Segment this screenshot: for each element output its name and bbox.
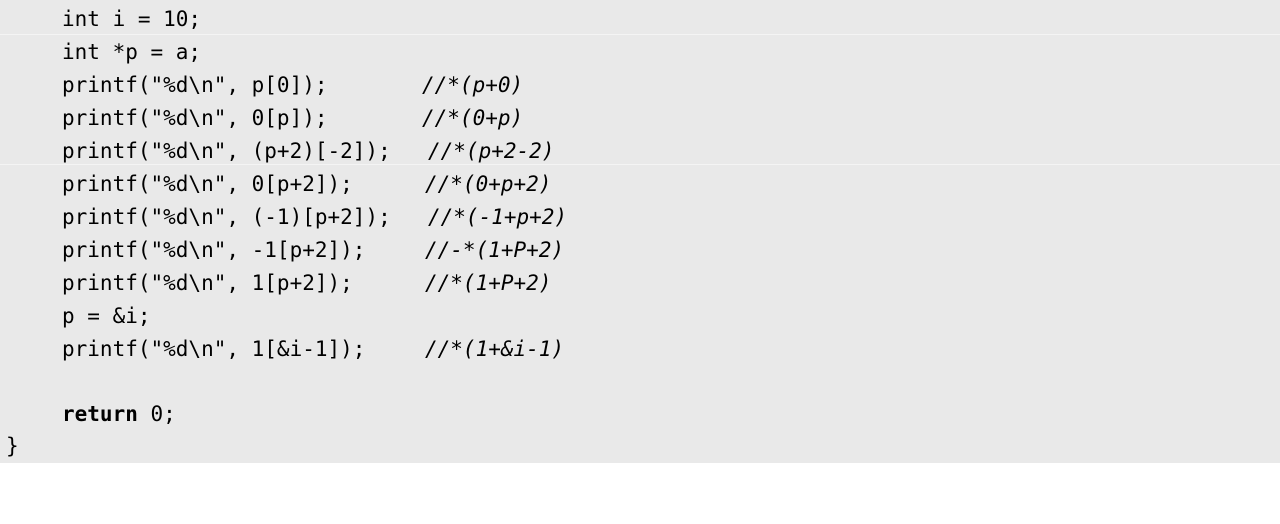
code-text: printf("%d\n", 1[p+2]); xyxy=(62,271,353,295)
code-text: p = &i; xyxy=(62,304,151,328)
closing-brace: } xyxy=(6,434,19,458)
code-line-9: printf("%d\n", 1[p+2]); //*(1+P+2) xyxy=(0,268,551,299)
code-line-6: printf("%d\n", 0[p+2]); //*(0+p+2) xyxy=(0,169,551,200)
return-keyword: return xyxy=(62,402,138,426)
return-value: 0; xyxy=(137,402,176,426)
code-text: printf("%d\n", (-1)[p+2]); xyxy=(62,205,391,229)
code-block: int i = 10; int *p = a; printf("%d\n", p… xyxy=(0,0,1280,463)
code-text: int *p = a; xyxy=(62,40,202,64)
code-line-8: printf("%d\n", -1[p+2]); //-*(1+P+2) xyxy=(0,235,564,266)
code-line-5: printf("%d\n", (p+2)[-2]); //*(p+2-2) xyxy=(0,136,554,167)
code-text: printf("%d\n", -1[p+2]); xyxy=(62,238,366,262)
code-text: printf("%d\n", 0[p]); xyxy=(62,106,328,130)
return-statement: return 0; xyxy=(62,399,176,430)
code-text: printf("%d\n", 0[p+2]); xyxy=(62,172,353,196)
code-comment: //*(1+&i-1) xyxy=(425,337,565,361)
code-comment: //-*(1+P+2) xyxy=(425,238,565,262)
code-text: printf("%d\n", p[0]); xyxy=(62,73,328,97)
code-comment: //*(1+P+2) xyxy=(425,271,552,295)
code-comment: //*(-1+p+2) xyxy=(428,205,568,229)
code-line-10: p = &i; xyxy=(0,301,151,332)
code-text: int i = 10; xyxy=(62,7,202,31)
code-comment: //*(0+p+2) xyxy=(425,172,552,196)
code-line-11: printf("%d\n", 1[&i-1]); //*(1+&i-1) xyxy=(0,334,564,365)
code-line-2: int *p = a; xyxy=(0,37,201,68)
code-line-7: printf("%d\n", (-1)[p+2]); //*(-1+p+2) xyxy=(0,202,567,233)
code-line-closing: } xyxy=(0,431,51,462)
code-line-return: return 0; xyxy=(0,399,176,430)
code-text: printf("%d\n", 1[&i-1]); xyxy=(62,337,366,361)
code-comment: //*(p+0) xyxy=(422,73,524,97)
code-comment: //*(0+p) xyxy=(422,106,524,130)
code-comment: //*(p+2-2) xyxy=(428,139,555,163)
code-text: printf("%d\n", (p+2)[-2]); xyxy=(62,139,391,163)
code-line-3: printf("%d\n", p[0]); //*(p+0) xyxy=(0,70,523,101)
code-line-1: int i = 10; xyxy=(0,4,201,35)
code-line-4: printf("%d\n", 0[p]); //*(0+p) xyxy=(0,103,523,134)
